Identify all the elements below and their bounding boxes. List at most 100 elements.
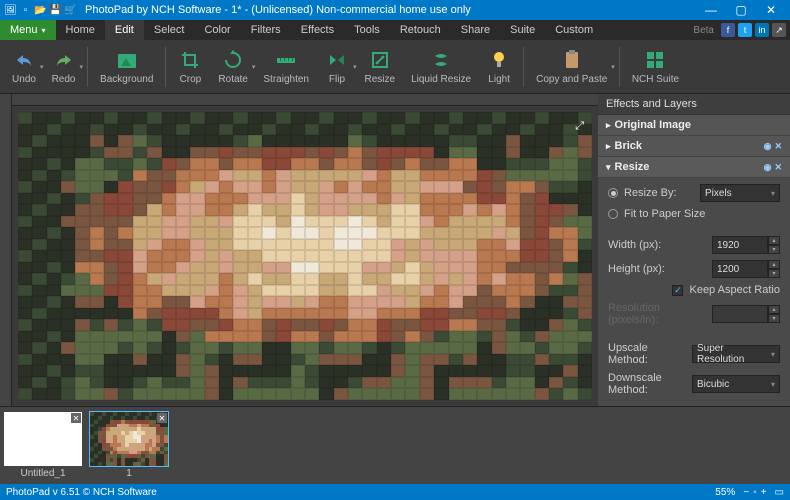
downscale-label: Downscale Method: [608,372,686,396]
width-step-up[interactable]: ▴ [768,236,780,245]
resize-button[interactable]: Resize [357,46,404,87]
close-button[interactable]: ✕ [756,0,786,20]
effects-panel-title: Effects and Layers [598,94,790,115]
menubar: Menu Home Edit Select Color Filters Effe… [0,20,790,40]
tab-tools[interactable]: Tools [344,20,390,40]
cart-icon[interactable]: 🛒 [64,4,77,17]
ruler-horizontal[interactable] [12,94,598,106]
copy-paste-dropdown[interactable]: ▾ [611,63,615,71]
keep-aspect-label: Keep Aspect Ratio [689,284,780,296]
tab-filters[interactable]: Filters [241,20,291,40]
resize-by-label: Resize By: [624,187,677,199]
expand-icon[interactable]: ⤢ [575,120,584,133]
twitter-icon[interactable]: t [738,23,752,37]
image-content [18,112,592,400]
toolbar: Undo ▾ Redo ▾ Background Crop Rotate ▾ S… [0,40,790,94]
statusbar: PhotoPad v 6.51 © NCH Software 55% −◦+ ▭ [0,484,790,500]
crop-button[interactable]: Crop [170,46,210,87]
separator [523,47,524,87]
window-title: PhotoPad by NCH Software - 1* - (Unlicen… [85,4,696,16]
facebook-icon[interactable]: f [721,23,735,37]
suite-icon [643,48,667,72]
clipboard-icon [560,48,584,72]
tab-edit[interactable]: Edit [105,20,144,40]
height-step-down[interactable]: ▾ [768,269,780,278]
canvas[interactable]: ⤢ [12,106,598,406]
rotate-button[interactable]: Rotate [210,46,255,87]
menu-dropdown[interactable]: Menu [0,20,56,40]
visibility-icon[interactable]: ◉ [764,141,772,152]
flip-icon [325,48,349,72]
straighten-button[interactable]: Straighten [255,46,317,87]
upscale-combo[interactable]: Super Resolution [692,345,780,363]
nch-suite-button[interactable]: NCH Suite [624,46,687,87]
tab-suite[interactable]: Suite [500,20,545,40]
chevron-down-icon: ▾ [606,162,611,173]
copy-paste-button[interactable]: Copy and Paste [528,46,615,87]
minimize-button[interactable]: — [696,0,726,20]
liquid-resize-button[interactable]: Liquid Resize [403,46,479,87]
undo-button[interactable]: Undo [4,46,44,87]
straighten-icon [274,48,298,72]
flip-button[interactable]: Flip [317,46,357,87]
thumbnail-image: ✕ [90,412,168,466]
tab-color[interactable]: Color [194,20,240,40]
redo-button[interactable]: Redo [44,46,84,87]
background-button[interactable]: Background [92,46,161,87]
separator [87,47,88,87]
radio-fit-paper[interactable] [608,209,618,219]
tab-home[interactable]: Home [56,20,105,40]
thumbnail-image: ✕ [4,412,82,466]
height-label: Height (px): [608,263,706,275]
width-step-down[interactable]: ▾ [768,245,780,254]
open-icon[interactable]: 📂 [34,4,47,17]
zoom-in-button[interactable]: + [759,487,769,498]
save-icon[interactable]: 💾 [49,4,62,17]
redo-dropdown[interactable]: ▾ [80,63,84,71]
zoom-out-button[interactable]: − [741,487,751,498]
height-input[interactable] [712,260,768,278]
tab-effects[interactable]: Effects [291,20,344,40]
new-icon[interactable]: ▫ [19,4,32,17]
tab-select[interactable]: Select [144,20,195,40]
delete-icon[interactable]: ✕ [774,141,782,152]
share-icon[interactable]: ↗ [772,23,786,37]
keep-aspect-checkbox[interactable]: ✓ [672,285,683,296]
tab-custom[interactable]: Custom [545,20,603,40]
fit-button[interactable]: ▭ [775,487,784,498]
accordion-brick[interactable]: ▸Brick◉✕ [598,136,790,157]
zoom-label: 55% [715,487,735,498]
downscale-combo[interactable]: Bicubic [692,375,780,393]
liquid-resize-icon [429,48,453,72]
resize-by-combo[interactable]: Pixels [700,184,780,202]
maximize-button[interactable]: ▢ [726,0,756,20]
tab-share[interactable]: Share [451,20,500,40]
main-area: ⤢ Effects and Layers ▸Original Image ▸Br… [0,94,790,406]
ruler-corner [0,94,12,106]
resize-icon [368,48,392,72]
width-label: Width (px): [608,239,706,251]
height-step-up[interactable]: ▴ [768,260,780,269]
thumb-close-icon[interactable]: ✕ [157,413,167,423]
thumbnail-item[interactable]: ✕ 1 [90,412,168,479]
crop-icon [178,48,202,72]
width-input[interactable] [712,236,768,254]
window-controls: — ▢ ✕ [696,0,786,20]
zoom-reset-button[interactable]: ◦ [751,487,759,498]
chevron-right-icon: ▸ [606,141,611,152]
separator [165,47,166,87]
ruler-vertical[interactable] [0,106,12,406]
linkedin-icon[interactable]: in [755,23,769,37]
tab-retouch[interactable]: Retouch [390,20,451,40]
chevron-right-icon: ▸ [606,120,611,131]
delete-icon[interactable]: ✕ [774,162,782,173]
light-button[interactable]: Light [479,46,519,87]
accordion-resize[interactable]: ▾Resize◉✕ [598,157,790,178]
radio-resize-by[interactable] [608,188,618,198]
accordion-original-image[interactable]: ▸Original Image [598,115,790,136]
visibility-icon[interactable]: ◉ [764,162,772,173]
version-label: PhotoPad v 6.51 © NCH Software [6,487,157,498]
thumbnail-strip: ✕ Untitled_1 ✕ 1 [0,406,790,484]
thumb-close-icon[interactable]: ✕ [71,413,81,423]
thumbnail-item[interactable]: ✕ Untitled_1 [4,412,82,479]
